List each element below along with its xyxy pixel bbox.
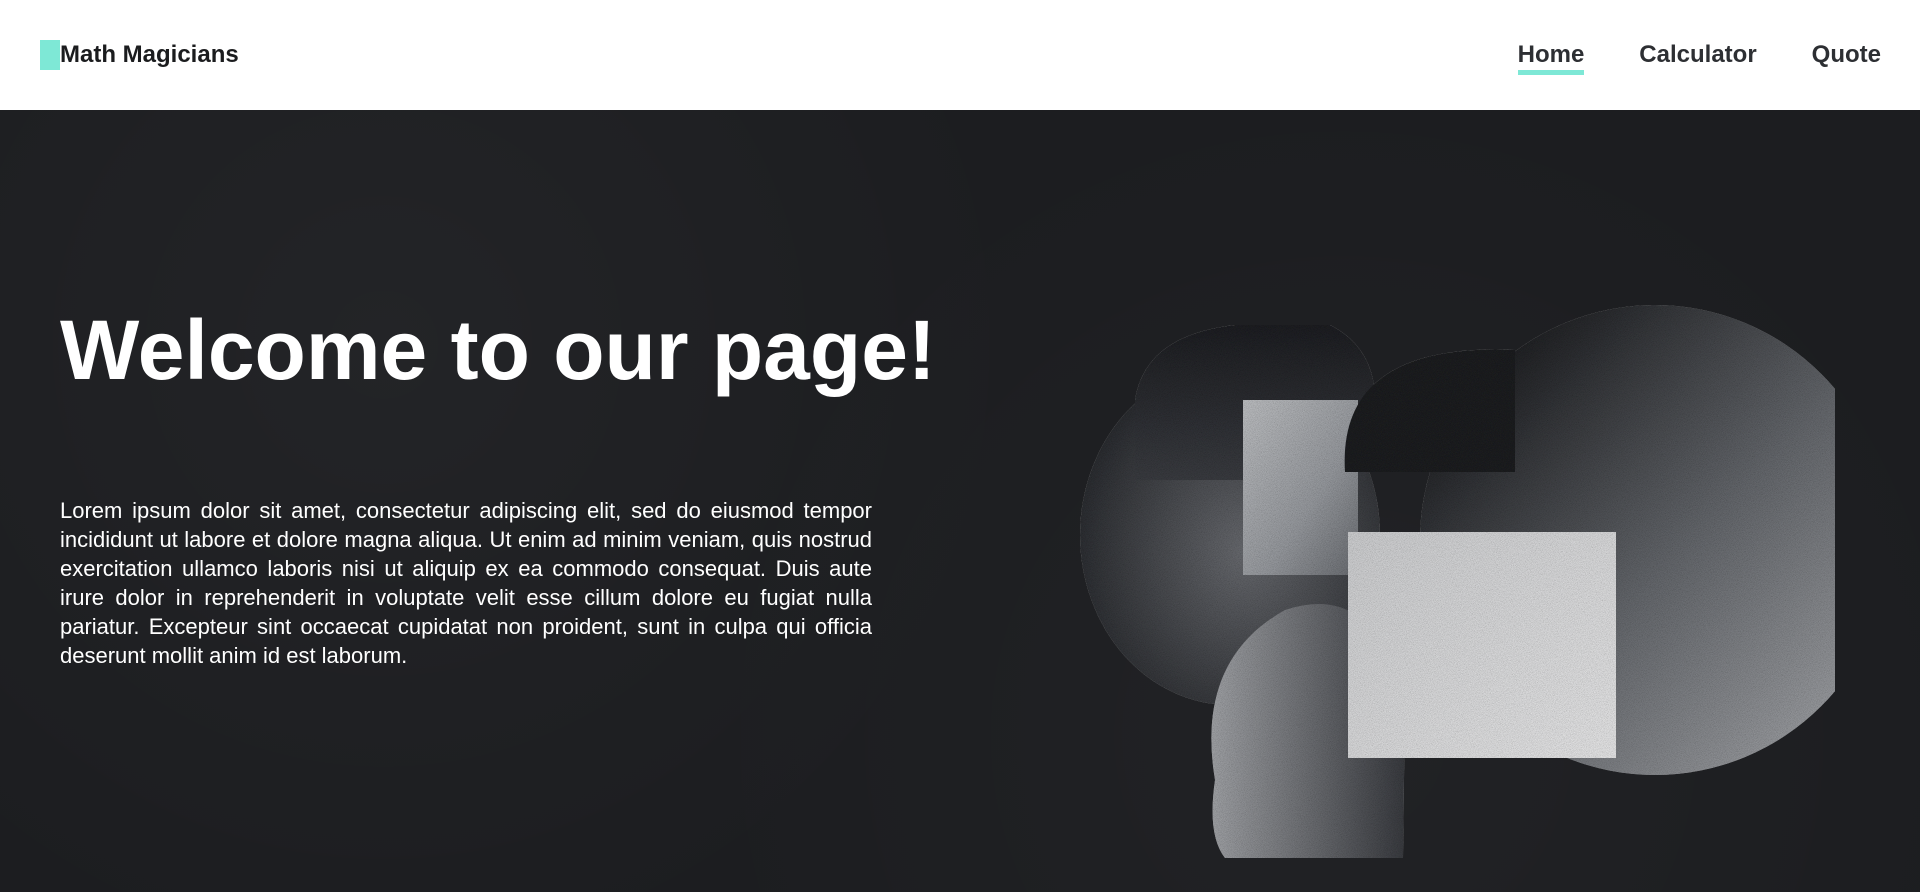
hero-title: Welcome to our page! <box>60 303 936 397</box>
nav-links: Home Calculator Quote <box>1517 40 1881 75</box>
nav-link-home[interactable]: Home <box>1517 40 1585 75</box>
brand-mark-icon <box>40 40 60 70</box>
brand-name: Math Magicians <box>60 41 239 68</box>
brand-logo[interactable]: Math Magicians <box>40 40 239 70</box>
art-shape-dark-quarter <box>1344 349 1515 472</box>
nav-link-calculator[interactable]: Calculator <box>1639 40 1756 75</box>
navbar: Math Magicians Home Calculator Quote <box>0 0 1920 110</box>
hero-abstract-art <box>1080 305 1835 858</box>
art-shape-light-rect <box>1243 400 1358 575</box>
hero-body-text: Lorem ipsum dolor sit amet, consectetur … <box>60 498 872 668</box>
art-shape-bright-rect <box>1348 532 1616 758</box>
nav-link-quote[interactable]: Quote <box>1812 40 1881 75</box>
hero-section: Welcome to our page! Lorem ipsum dolor s… <box>0 110 1920 892</box>
